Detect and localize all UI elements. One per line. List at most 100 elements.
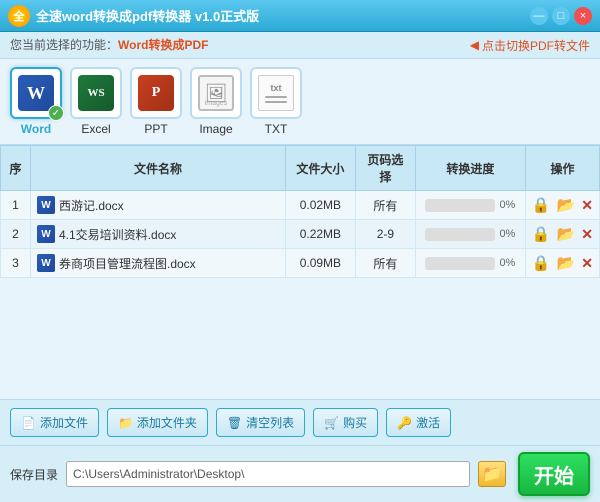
table-row: 3 W 券商项目管理流程图.docx 0.09MB 所有 0% 🔒 📂 ✕ — [1, 249, 600, 278]
file-word-icon: W — [37, 225, 55, 243]
table-header-row: 序 文件名称 文件大小 页码选择 转换进度 操作 — [1, 146, 600, 191]
open-folder-icon[interactable]: 📂 — [557, 225, 576, 243]
image-logo-icon: 🖼 images — [198, 75, 234, 111]
delete-icon[interactable]: ✕ — [581, 197, 593, 214]
cell-size: 0.22MB — [285, 220, 355, 249]
add-folder-icon: 📁 — [118, 416, 133, 430]
func-label: 您当前选择的功能：Word转换成PDF — [10, 36, 208, 54]
cell-size: 0.02MB — [285, 191, 355, 220]
function-bar: 您当前选择的功能：Word转换成PDF ◀ 点击切换PDF转文件 — [0, 32, 600, 59]
save-label: 保存目录 — [10, 466, 58, 483]
progress-bar-track — [425, 257, 495, 270]
activate-label: 激活 — [416, 414, 440, 431]
cell-index: 1 — [1, 191, 31, 220]
switch-mode-link[interactable]: ◀ 点击切换PDF转文件 — [470, 37, 590, 54]
open-folder-icon[interactable]: 📂 — [557, 196, 576, 214]
cell-pages: 所有 — [355, 249, 415, 278]
minimize-button[interactable]: — — [530, 7, 548, 25]
cell-actions: 🔒 📂 ✕ — [525, 191, 599, 220]
add-file-button[interactable]: 📄 添加文件 — [10, 408, 99, 437]
main-content: 您当前选择的功能：Word转换成PDF ◀ 点击切换PDF转文件 W ✓ Wor… — [0, 32, 600, 502]
table-row: 1 W 西游记.docx 0.02MB 所有 0% 🔒 📂 ✕ — [1, 191, 600, 220]
tab-txt-icon: txt — [250, 67, 302, 119]
save-path-input[interactable] — [66, 461, 470, 487]
format-tabs: W ✓ Word WS Excel P PPT 🖼 images — [0, 59, 600, 145]
clear-list-label: 清空列表 — [246, 414, 294, 431]
app-logo: 全 — [8, 5, 30, 27]
folder-icon: 📁 — [482, 464, 502, 484]
cell-name: W 西游记.docx — [31, 191, 286, 220]
txt-logo-icon: txt — [258, 75, 294, 111]
open-folder-icon[interactable]: 📂 — [557, 254, 576, 272]
tab-excel-icon: WS — [70, 67, 122, 119]
buy-button[interactable]: 🛒 购买 — [313, 408, 378, 437]
tab-txt-label: TXT — [265, 122, 288, 136]
excel-logo-icon: WS — [78, 75, 114, 111]
cell-name: W 券商项目管理流程图.docx — [31, 249, 286, 278]
check-icon: ✓ — [48, 105, 64, 121]
add-file-icon: 📄 — [21, 416, 36, 430]
window-controls: — □ × — [530, 7, 592, 25]
close-button[interactable]: × — [574, 7, 592, 25]
tab-word[interactable]: W ✓ Word — [10, 67, 62, 136]
tab-image-label: Image — [199, 122, 232, 136]
col-size: 文件大小 — [285, 146, 355, 191]
delete-icon[interactable]: ✕ — [581, 226, 593, 243]
file-name: 4.1交易培训资料.docx — [59, 226, 176, 243]
cell-index: 3 — [1, 249, 31, 278]
cell-size: 0.09MB — [285, 249, 355, 278]
add-file-label: 添加文件 — [40, 414, 88, 431]
cell-pages: 2-9 — [355, 220, 415, 249]
start-button[interactable]: 开始 — [518, 452, 590, 496]
clear-list-button[interactable]: 🗑 清空列表 — [216, 408, 305, 437]
add-folder-button[interactable]: 📁 添加文件夹 — [107, 408, 208, 437]
progress-label: 0% — [499, 199, 515, 211]
save-bar: 保存目录 📁 开始 — [0, 445, 600, 502]
file-name: 西游记.docx — [59, 197, 124, 214]
tab-ppt-label: PPT — [144, 122, 167, 136]
tab-excel[interactable]: WS Excel — [70, 67, 122, 136]
lock-icon[interactable]: 🔒 — [532, 196, 551, 214]
file-table: 序 文件名称 文件大小 页码选择 转换进度 操作 1 W 西游记.docx 0.… — [0, 145, 600, 278]
col-actions: 操作 — [525, 146, 599, 191]
cell-actions: 🔒 📂 ✕ — [525, 220, 599, 249]
tab-word-label: Word — [21, 122, 51, 136]
add-folder-label: 添加文件夹 — [137, 414, 197, 431]
buy-icon: 🛒 — [324, 416, 339, 430]
tab-word-icon: W ✓ — [10, 67, 62, 119]
tab-ppt[interactable]: P PPT — [130, 67, 182, 136]
tab-image-icon: 🖼 images — [190, 67, 242, 119]
progress-label: 0% — [499, 257, 515, 269]
cell-progress: 0% — [415, 220, 525, 249]
title-bar: 全 全速word转换成pdf转换器 v1.0正式版 — □ × — [0, 0, 600, 32]
bottom-buttons: 📄 添加文件 📁 添加文件夹 🗑 清空列表 🛒 购买 🔑 激活 — [0, 399, 600, 445]
activate-button[interactable]: 🔑 激活 — [386, 408, 451, 437]
buy-label: 购买 — [343, 414, 367, 431]
clear-list-icon: 🗑 — [227, 416, 242, 430]
maximize-button[interactable]: □ — [552, 7, 570, 25]
col-progress: 转换进度 — [415, 146, 525, 191]
cell-progress: 0% — [415, 191, 525, 220]
cell-pages: 所有 — [355, 191, 415, 220]
lock-icon[interactable]: 🔒 — [532, 254, 551, 272]
cell-index: 2 — [1, 220, 31, 249]
tab-image[interactable]: 🖼 images Image — [190, 67, 242, 136]
delete-icon[interactable]: ✕ — [581, 255, 593, 272]
tab-txt[interactable]: txt TXT — [250, 67, 302, 136]
progress-bar-track — [425, 199, 495, 212]
func-name: Word转换成PDF — [118, 38, 208, 52]
tab-ppt-icon: P — [130, 67, 182, 119]
app-title: 全速word转换成pdf转换器 v1.0正式版 — [36, 6, 259, 25]
col-name: 文件名称 — [31, 146, 286, 191]
file-name: 券商项目管理流程图.docx — [59, 255, 196, 272]
start-label: 开始 — [534, 460, 574, 489]
file-table-body: 1 W 西游记.docx 0.02MB 所有 0% 🔒 📂 ✕ 2 — [1, 191, 600, 278]
ppt-logo-icon: P — [138, 75, 174, 111]
tab-excel-label: Excel — [81, 122, 110, 136]
col-index: 序 — [1, 146, 31, 191]
lock-icon[interactable]: 🔒 — [532, 225, 551, 243]
cell-actions: 🔒 📂 ✕ — [525, 249, 599, 278]
browse-folder-button[interactable]: 📁 — [478, 461, 506, 487]
table-row: 2 W 4.1交易培训资料.docx 0.22MB 2-9 0% 🔒 📂 ✕ — [1, 220, 600, 249]
word-logo-icon: W — [18, 75, 54, 111]
